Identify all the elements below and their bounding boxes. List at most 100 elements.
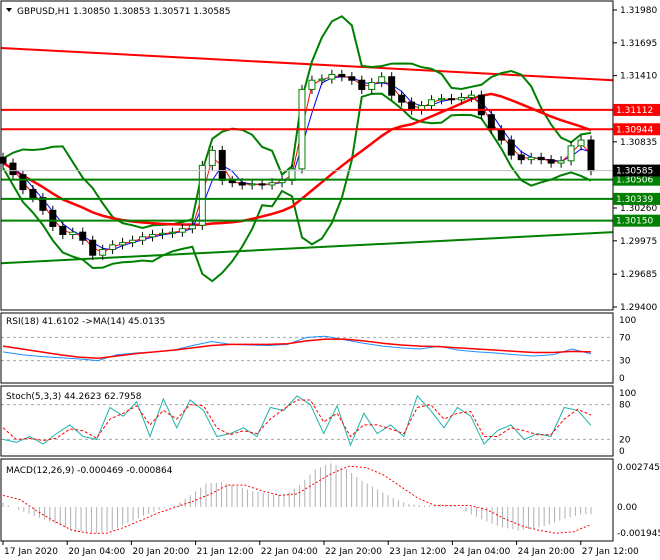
x-tick-label: 27 Jan 12:00 [582, 547, 639, 557]
candle [258, 183, 266, 186]
moving-average-medium [2, 75, 592, 253]
candle [567, 145, 575, 162]
candle [368, 82, 376, 90]
candle [348, 76, 356, 81]
y-tick-label: 0 [619, 374, 625, 384]
candle [497, 129, 505, 141]
chart-canvas[interactable]: GBPUSD,H1 1.30850 1.30853 1.30571 1.3058… [0, 0, 660, 560]
level-label: 1.30506 [616, 176, 653, 186]
symbol-title: GBPUSD,H1 [17, 7, 70, 17]
candle [477, 94, 485, 116]
y-tick-label: 30 [619, 357, 631, 367]
y-tick-label: 70 [619, 333, 631, 343]
x-tick-label: 17 Jan 2020 [4, 547, 58, 557]
candle [59, 225, 67, 235]
candle [188, 224, 196, 230]
stoch-main-line [2, 394, 592, 447]
candle [398, 94, 406, 103]
y-tick-label: 1.31410 [620, 72, 657, 82]
candle [79, 231, 87, 241]
y-tick-label: -0.001945 [617, 529, 660, 539]
candle [428, 99, 436, 107]
candle [278, 179, 286, 184]
collapse-triangle-icon[interactable] [6, 8, 12, 12]
level-label: 1.30944 [616, 125, 653, 135]
candle [49, 209, 57, 227]
candle [29, 189, 37, 199]
candle [119, 242, 127, 246]
candle [198, 164, 206, 226]
candle [109, 244, 117, 250]
y-tick-label: 1.31695 [620, 39, 657, 49]
x-tick-label: 20 Jan 20:00 [132, 547, 189, 557]
level-label: 1.30150 [616, 217, 653, 227]
current-price-label: 1.30585 [616, 167, 653, 177]
rsi-panel [1, 335, 613, 362]
candle [178, 228, 186, 233]
candle [557, 160, 565, 164]
candle [308, 79, 316, 90]
candle [238, 182, 246, 186]
stoch-panel [1, 394, 613, 447]
candle [378, 76, 386, 84]
candle [457, 96, 465, 101]
moving-average-fast [2, 76, 592, 251]
candle [208, 149, 216, 166]
candle [438, 98, 446, 101]
candle [467, 94, 475, 98]
x-tick-label: 21 Jan 12:00 [197, 547, 254, 557]
candle [537, 156, 545, 161]
x-tick-label: 22 Jan 20:00 [325, 547, 382, 557]
x-tick-label: 24 Jan 04:00 [453, 547, 510, 557]
x-tick-label: 22 Jan 04:00 [261, 547, 318, 557]
y-tick-label: 100 [619, 389, 636, 399]
candle [248, 183, 256, 186]
price-panel [0, 15, 614, 283]
x-tick-label: 23 Jan 12:00 [389, 547, 446, 557]
bollinger-upper [2, 15, 592, 229]
candle [148, 233, 156, 238]
level-label: 1.30339 [616, 195, 653, 205]
candle [388, 76, 396, 96]
candle [358, 79, 366, 90]
candle [318, 78, 326, 81]
y-tick-label: 1.29685 [620, 270, 657, 280]
candle [89, 239, 97, 256]
symbol-header: GBPUSD,H1 1.30850 1.30853 1.30571 1.3058… [17, 7, 231, 17]
candle [168, 231, 176, 234]
macd-title: MACD(12,26,9) -0.000469 -0.000864 [6, 466, 173, 476]
candle [129, 239, 137, 244]
rsi-ma-line [2, 338, 592, 360]
y-tick-label: 1.30835 [620, 138, 657, 148]
candle [577, 139, 585, 147]
candle [218, 149, 226, 181]
y-tick-label: 0.002745 [617, 463, 660, 473]
candle [158, 232, 166, 235]
rsi-line [2, 335, 592, 362]
candle [99, 248, 107, 256]
y-tick-label: 0 [619, 447, 625, 457]
candle [517, 154, 525, 161]
stoch-title: Stoch(5,3,3) 44.2623 62.7958 [6, 392, 142, 402]
ohlc-values: 1.30850 1.30853 1.30571 1.30585 [73, 7, 230, 17]
candle [69, 231, 77, 235]
x-tick-label: 24 Jan 20:00 [518, 547, 575, 557]
y-tick-label: 20 [619, 435, 631, 445]
trading-chart[interactable]: GBPUSD,H1 1.30850 1.30853 1.30571 1.3058… [0, 0, 660, 560]
level-label: 1.31112 [616, 106, 653, 116]
candle [527, 156, 535, 161]
candle [139, 236, 147, 241]
candle [328, 73, 336, 80]
x-tick-label: 20 Jan 04:00 [68, 547, 125, 557]
moving-average-long [2, 92, 592, 226]
candle [507, 139, 515, 156]
candle [547, 159, 555, 164]
rsi-title: RSI(18) 41.6102 ->MA(14) 45.0135 [6, 317, 165, 327]
candle [268, 182, 276, 186]
y-tick-label: 1.29400 [620, 303, 657, 313]
y-tick-label: 1.29975 [620, 237, 657, 247]
stoch-signal-line [2, 399, 592, 442]
candle [9, 162, 17, 176]
candle [447, 98, 455, 101]
y-tick-label: 80 [619, 401, 631, 411]
